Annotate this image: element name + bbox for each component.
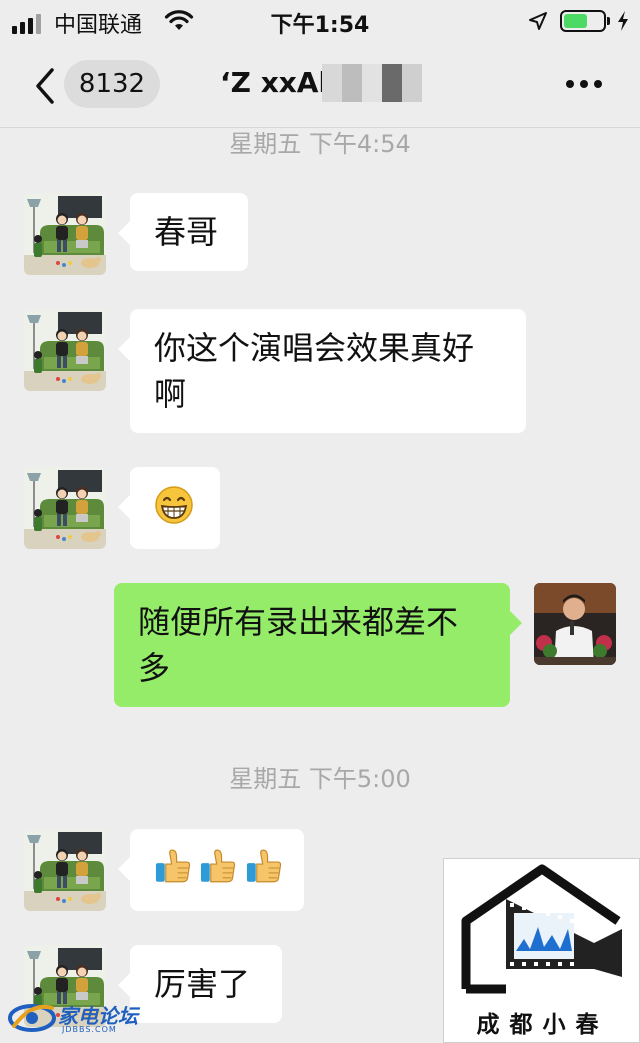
message-text-continued: 啊	[154, 375, 187, 413]
censored-title-mosaic	[322, 64, 422, 102]
message-text: 厉害了	[154, 965, 251, 1003]
house-film-logo-icon	[461, 864, 622, 994]
message-bubble-incoming[interactable]: 厉害了	[118, 945, 282, 1023]
thumbs-up-emoji	[245, 849, 281, 883]
chat-header: 8132 ‘Z xxAl	[0, 44, 640, 128]
contact-avatar[interactable]	[24, 309, 106, 391]
message-bubble-outgoing[interactable]: 随便所有录出来都差不 多	[114, 583, 522, 707]
house-watermark-logo: 成都小春	[443, 858, 640, 1043]
contact-avatar[interactable]	[24, 467, 106, 549]
grinning-face-emoji	[155, 486, 193, 524]
location-arrow-icon	[529, 12, 547, 30]
message-bubble-incoming[interactable]	[118, 829, 304, 911]
chat-title: ‘Z xxAl	[220, 66, 329, 99]
thumbs-up-emoji	[200, 849, 236, 883]
forum-watermark-logo: 家电论坛 JDBBS.COM	[8, 998, 138, 1040]
message-text: 你这个演唱会效果真好	[154, 329, 475, 367]
status-bar: 中国联通 下午1:54	[0, 0, 640, 44]
back-chevron-icon[interactable]	[30, 64, 60, 108]
battery-tip	[607, 17, 610, 25]
message-bubble-incoming[interactable]	[118, 467, 220, 549]
message-text: 随便所有录出来都差不	[138, 603, 459, 641]
more-options-icon[interactable]	[564, 64, 604, 104]
forum-logo-subtext: JDBBS.COM	[62, 1025, 117, 1034]
battery-icon	[560, 10, 606, 32]
user-avatar[interactable]	[534, 583, 616, 665]
charging-bolt-icon	[618, 11, 628, 31]
message-bubble-incoming[interactable]: 春哥	[118, 193, 248, 271]
battery-level	[564, 14, 587, 28]
thumbs-up-emoji	[155, 849, 191, 883]
house-logo-text: 成都小春	[476, 1012, 609, 1038]
message-timestamp: 星期五 下午5:00	[229, 765, 411, 793]
message-timestamp: 星期五 下午4:54	[229, 130, 411, 158]
contact-avatar[interactable]	[24, 193, 106, 275]
contact-avatar[interactable]	[24, 829, 106, 911]
message-text-continued: 多	[138, 649, 171, 687]
forum-swirl-logo-icon	[8, 1004, 56, 1032]
unread-count-badge[interactable]: 8132	[64, 60, 160, 108]
message-bubble-incoming[interactable]: 你这个演唱会效果真好 啊	[118, 309, 526, 433]
message-text: 春哥	[154, 213, 219, 251]
